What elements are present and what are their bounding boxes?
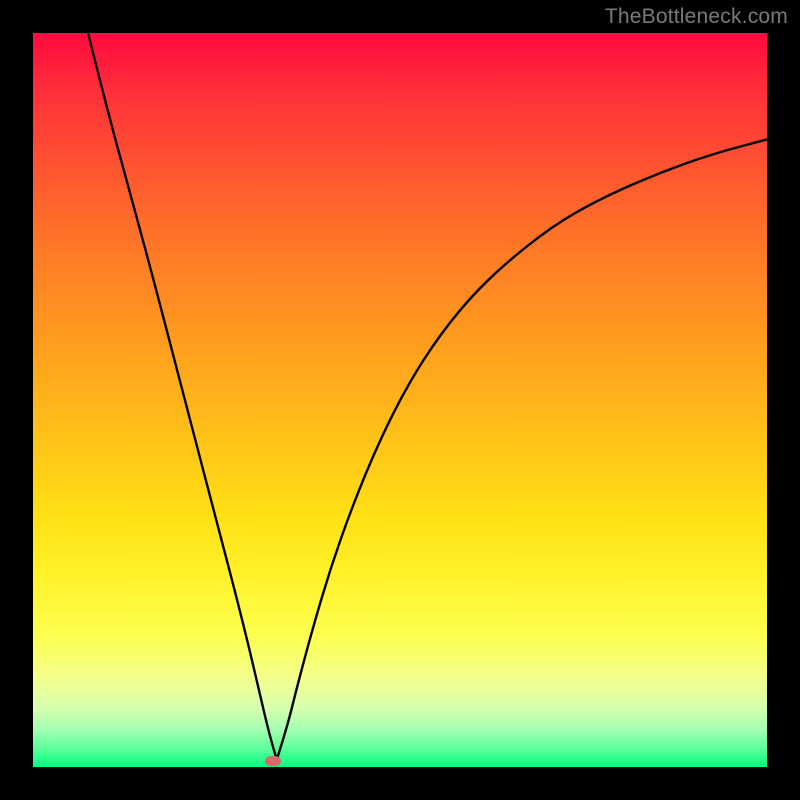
plot-area bbox=[33, 33, 767, 767]
chart-frame: TheBottleneck.com bbox=[0, 0, 800, 800]
bottleneck-curve bbox=[88, 33, 767, 760]
watermark-text: TheBottleneck.com bbox=[605, 5, 788, 29]
optimum-marker bbox=[265, 756, 281, 766]
curve-svg bbox=[33, 33, 767, 767]
